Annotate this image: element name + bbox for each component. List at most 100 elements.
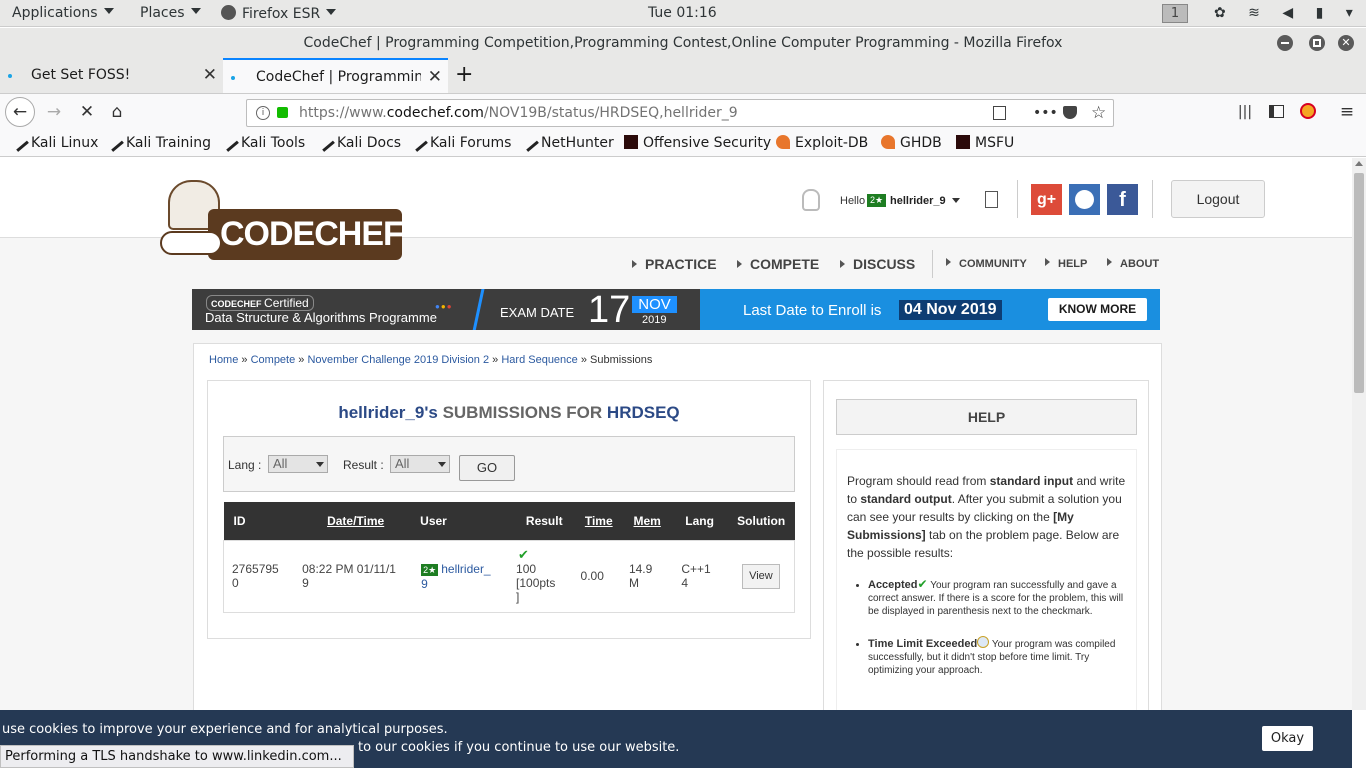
- google-plus-icon[interactable]: g+: [1031, 184, 1062, 215]
- lang-filter-label: Lang :: [228, 458, 262, 472]
- noscript-button[interactable]: [1294, 98, 1322, 126]
- help-intro: Program should read from standard input …: [847, 474, 1126, 560]
- cell-result: ✔ 100 [100pts]: [514, 540, 575, 612]
- reader-view-icon[interactable]: [993, 106, 1006, 120]
- breadcrumb-current: Submissions: [590, 354, 653, 366]
- minimize-icon: [1281, 42, 1289, 44]
- close-tab-icon[interactable]: ✕: [428, 60, 442, 93]
- heading-problem: HRDSEQ: [606, 403, 680, 422]
- bookmark-kali-forums[interactable]: Kali Forums: [408, 132, 512, 152]
- col-solution: Solution: [737, 513, 786, 528]
- breadcrumb-contest[interactable]: November Challenge 2019 Division 2: [307, 354, 489, 366]
- avatar[interactable]: [802, 189, 820, 211]
- go-button[interactable]: GO: [459, 455, 515, 481]
- bookmark-msfu[interactable]: MSFU: [956, 135, 1014, 151]
- menu-button[interactable]: ≡: [1333, 98, 1361, 126]
- kali-icon: [104, 132, 124, 152]
- scrollbar-thumb[interactable]: [1354, 173, 1364, 393]
- banner-brand-tag: CODECHEF Certified: [206, 295, 314, 311]
- facebook-icon[interactable]: f: [1107, 184, 1138, 215]
- header-divider: [1017, 180, 1018, 218]
- firefox-app-menu[interactable]: Firefox ESR: [221, 5, 337, 22]
- system-top-bar: Applications Places Firefox ESR Tue 01:1…: [0, 0, 1366, 27]
- bookmark-kali-docs[interactable]: Kali Docs: [315, 132, 401, 152]
- bookmark-offensive-security[interactable]: Offensive Security: [624, 135, 771, 151]
- username-menu[interactable]: hellrider_9: [890, 195, 946, 207]
- bookmark-kali-tools[interactable]: Kali Tools: [219, 132, 305, 152]
- bookmark-star-icon[interactable]: ☆: [1091, 100, 1106, 126]
- banner-exam-year: 2019: [642, 314, 667, 326]
- main-content: Home » Compete » November Challenge 2019…: [193, 343, 1162, 710]
- bookmark-ghdb[interactable]: GHDB: [881, 135, 942, 151]
- help-panel: HELP Program should read from standard i…: [823, 380, 1149, 710]
- breadcrumb-compete[interactable]: Compete: [251, 354, 296, 366]
- maximize-button[interactable]: [1309, 35, 1325, 51]
- plus-icon: +: [455, 62, 474, 87]
- filter-bar: Lang : All Result : All GO: [223, 436, 795, 492]
- pocket-icon[interactable]: [1063, 106, 1077, 119]
- bookmark-label: Kali Forums: [430, 135, 512, 151]
- nav-community[interactable]: COMMUNITY: [946, 258, 1027, 270]
- scroll-up-icon[interactable]: [1355, 161, 1363, 166]
- cookie-text-line2: to our cookies if you continue to use ou…: [358, 740, 680, 755]
- nav-practice[interactable]: PRACTICE: [632, 256, 717, 272]
- nav-compete[interactable]: COMPETE: [737, 256, 819, 272]
- cell-mem: 14.9 M: [628, 562, 653, 590]
- url-bar[interactable]: i https://www.codechef.com/NOV19B/status…: [246, 99, 1114, 127]
- page-actions-icon[interactable]: •••: [1033, 100, 1058, 126]
- codechef-logo[interactable]: CODECHEF: [160, 180, 404, 262]
- workspace-indicator[interactable]: 1: [1162, 4, 1188, 23]
- tab-get-set-foss[interactable]: Get Set FOSS! ✕: [0, 58, 223, 93]
- hello-label: Hello: [840, 195, 866, 207]
- hamburger-icon: ≡: [1339, 102, 1355, 122]
- col-mem[interactable]: Mem: [623, 502, 671, 540]
- bookmark-kali-training[interactable]: Kali Training: [104, 132, 211, 152]
- system-tray-icons[interactable]: ✿ ≋ ◀ ▮ ▾: [1214, 5, 1362, 21]
- breadcrumb-problem[interactable]: Hard Sequence: [501, 354, 577, 366]
- cell-user[interactable]: 2★ hellrider_ 9: [417, 540, 514, 612]
- bookmark-nethunter[interactable]: NetHunter: [519, 132, 614, 152]
- github-icon[interactable]: [1069, 184, 1100, 215]
- promo-banner[interactable]: CODECHEF Certified ●●● Data Structure & …: [192, 289, 1160, 330]
- home-icon: ⌂: [111, 102, 123, 122]
- banner-dots: ●●●: [435, 302, 453, 311]
- window-title-bar: CodeChef | Programming Competition,Progr…: [0, 28, 1366, 58]
- forward-button[interactable]: →: [40, 98, 68, 126]
- sidebar-button[interactable]: [1262, 98, 1290, 126]
- close-tab-icon[interactable]: ✕: [203, 58, 217, 93]
- result-filter-select[interactable]: All: [390, 455, 450, 473]
- new-tab-button[interactable]: +: [455, 58, 477, 93]
- breadcrumb-home[interactable]: Home: [209, 354, 238, 366]
- col-date-time[interactable]: Date/Time: [294, 502, 417, 540]
- lang-filter-select[interactable]: All: [268, 455, 328, 473]
- info-icon[interactable]: i: [256, 106, 270, 120]
- chevron-down-icon[interactable]: [952, 198, 960, 203]
- minimize-button[interactable]: [1277, 35, 1293, 51]
- nav-discuss[interactable]: DISCUSS: [840, 256, 915, 272]
- close-icon: ✕: [1341, 36, 1351, 49]
- back-button[interactable]: ←: [5, 97, 35, 127]
- bookmark-kali-linux[interactable]: Kali Linux: [9, 132, 98, 152]
- nav-about[interactable]: ABOUT: [1107, 258, 1159, 270]
- home-button[interactable]: ⌂: [103, 98, 131, 126]
- view-solution-button[interactable]: View: [741, 563, 780, 589]
- library-button[interactable]: |||: [1231, 98, 1259, 126]
- chevron-down-icon: [103, 8, 114, 14]
- notes-icon[interactable]: [985, 191, 998, 208]
- triangle-right-icon: [1107, 258, 1112, 266]
- logout-button[interactable]: Logout: [1171, 180, 1265, 218]
- triangle-right-icon: [1045, 258, 1050, 266]
- cookie-okay-button[interactable]: Okay: [1262, 726, 1313, 751]
- tab-codechef[interactable]: CodeChef | Programming ✕: [223, 58, 448, 93]
- bookmark-exploit-db[interactable]: Exploit-DB: [776, 135, 868, 151]
- clock[interactable]: Tue 01:16: [648, 5, 717, 21]
- places-menu[interactable]: Places: [140, 5, 201, 21]
- col-time[interactable]: Time: [575, 502, 623, 540]
- triangle-right-icon: [632, 260, 637, 268]
- close-window-button[interactable]: ✕: [1338, 35, 1354, 51]
- stop-loading-button[interactable]: ✕: [73, 98, 101, 126]
- know-more-button[interactable]: KNOW MORE: [1048, 298, 1147, 321]
- nav-help[interactable]: HELP: [1045, 258, 1087, 270]
- firefox-icon: [221, 5, 236, 20]
- applications-menu[interactable]: Applications: [12, 5, 114, 21]
